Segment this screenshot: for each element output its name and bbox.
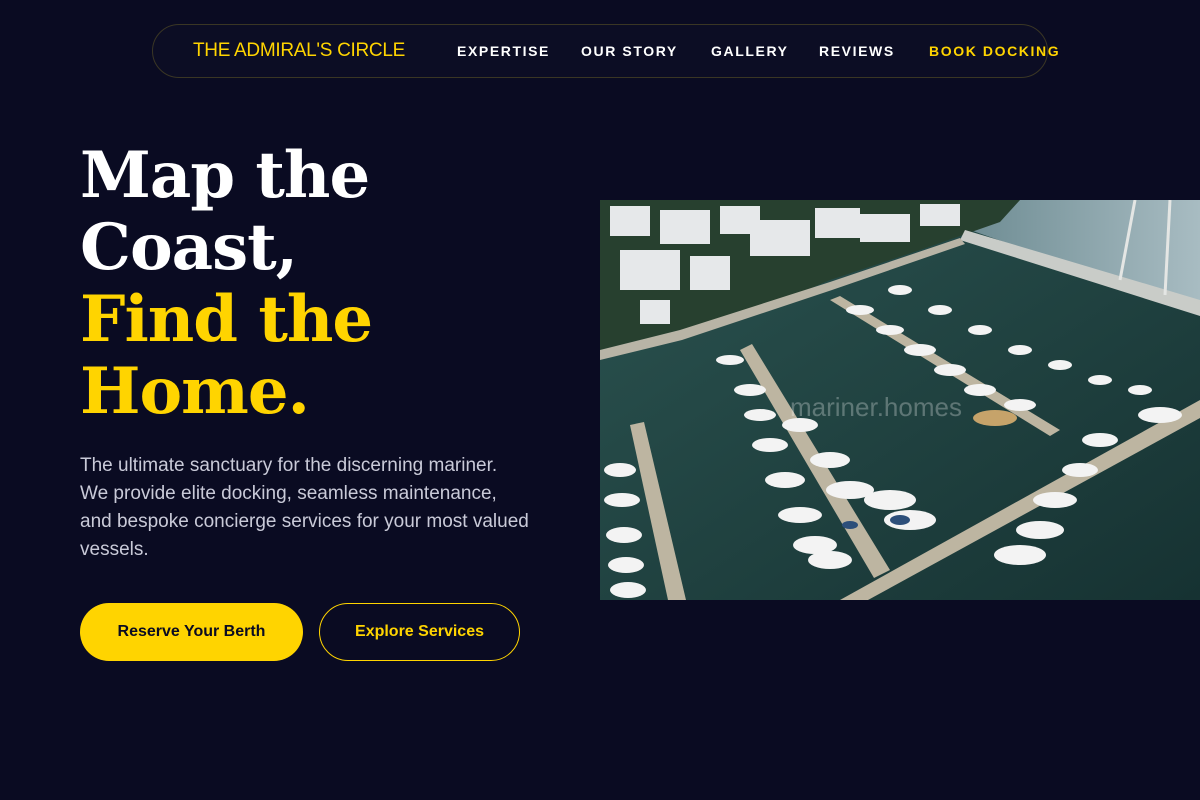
- hero-title-line-1: Map the: [80, 138, 370, 213]
- hero-title-line-3: Find the: [80, 282, 373, 357]
- nav-link-book-docking[interactable]: BOOK DOCKING: [929, 43, 1060, 59]
- nav-link-reviews[interactable]: REVIEWS: [819, 43, 895, 59]
- hero-title-line-2: Coast,: [80, 210, 298, 285]
- nav-link-our-story[interactable]: OUR STORY: [581, 43, 678, 59]
- reserve-berth-button[interactable]: Reserve Your Berth: [80, 603, 303, 661]
- nav-link-gallery[interactable]: GALLERY: [711, 43, 789, 59]
- nav-link-expertise[interactable]: EXPERTISE: [457, 43, 550, 59]
- page: THE ADMIRAL'S CIRCLE EXPERTISE OUR STORY…: [0, 0, 1200, 800]
- hero-title-line-4: Home.: [80, 354, 310, 429]
- marina-aerial-image: mariner.homes: [600, 200, 1200, 600]
- hero-title: Map the Coast, Find the Home.: [80, 140, 500, 428]
- explore-services-button[interactable]: Explore Services: [319, 603, 520, 661]
- image-watermark: mariner.homes: [790, 392, 962, 422]
- hero-description: The ultimate sanctuary for the discernin…: [80, 455, 529, 560]
- brand-logo[interactable]: THE ADMIRAL'S CIRCLE: [193, 40, 405, 62]
- top-navigation: THE ADMIRAL'S CIRCLE EXPERTISE OUR STORY…: [152, 24, 1059, 78]
